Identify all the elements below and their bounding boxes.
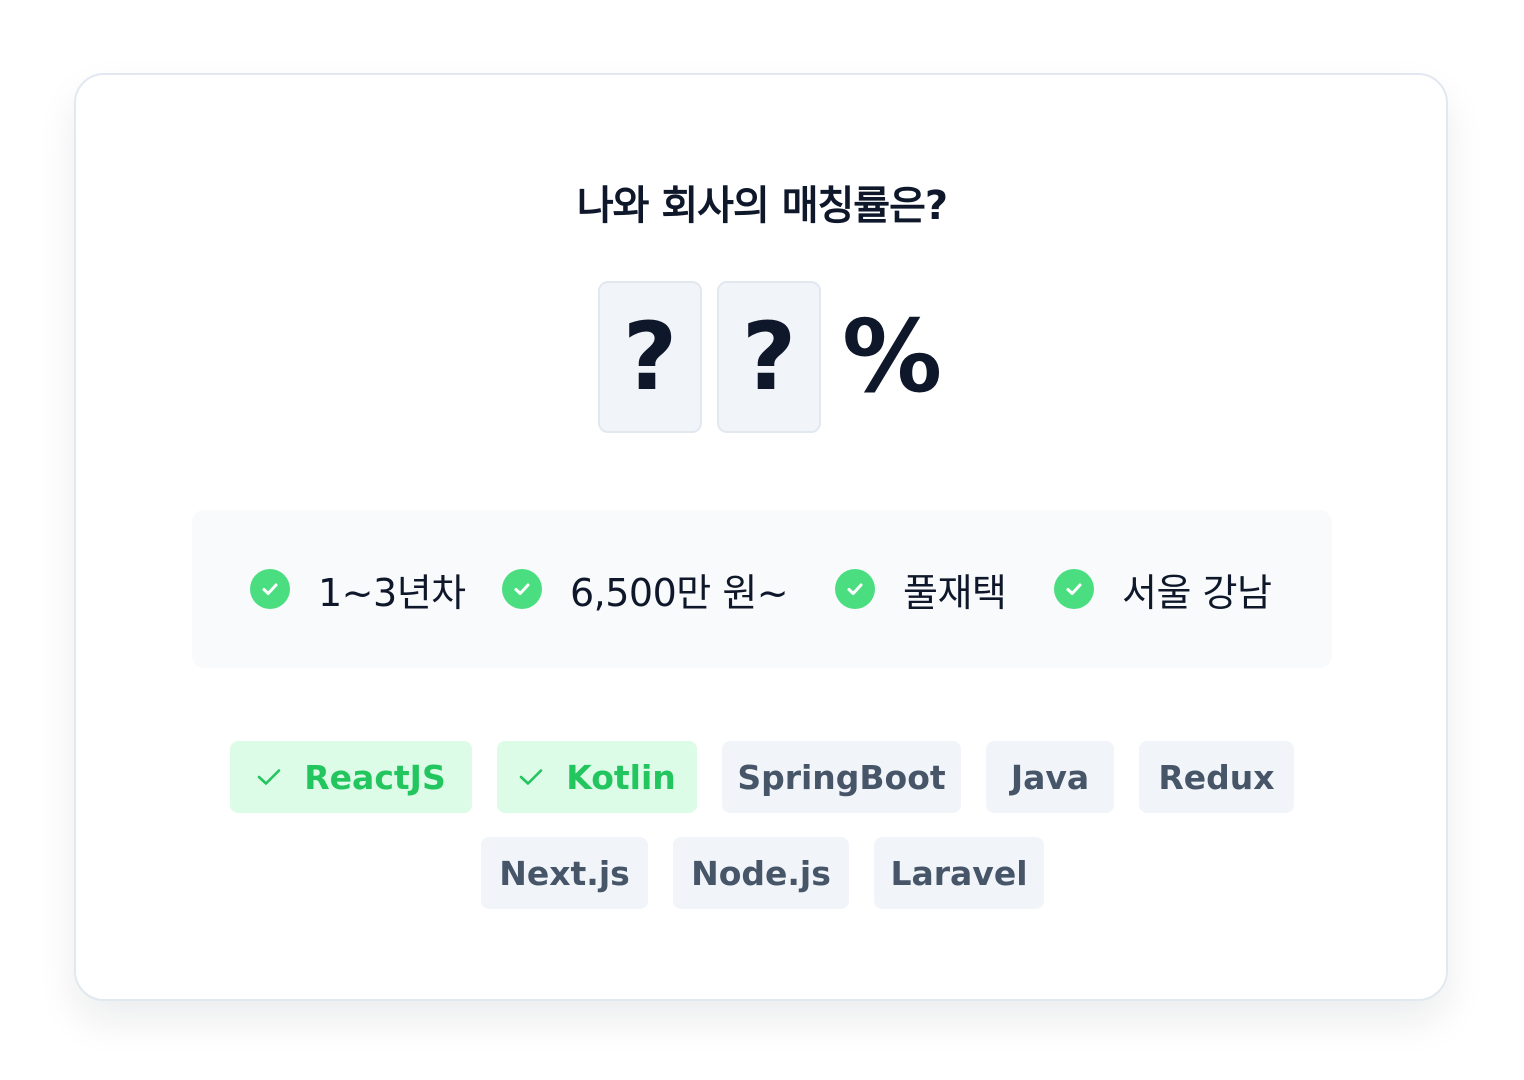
skill-tag-label: Laravel [890, 853, 1028, 893]
condition-remote: 풀재택 [835, 510, 1007, 668]
score-digit-tens: ? [598, 281, 702, 433]
condition-location: 서울 강남 [1054, 510, 1272, 668]
condition-experience: 1~3년차 [250, 510, 466, 668]
skill-tag-nodejs: Node.js [673, 837, 849, 909]
skill-tag-nextjs: Next.js [481, 837, 648, 909]
skill-tag-label: Redux [1158, 757, 1275, 797]
skill-tag-java: Java [986, 741, 1114, 813]
skill-tag-label: SpringBoot [737, 757, 946, 797]
score-percent-sign: % [842, 298, 943, 415]
condition-label: 1~3년차 [318, 570, 466, 615]
skill-tag-reactjs: ReactJS [230, 741, 472, 813]
score-digit-ones: ? [717, 281, 821, 433]
skill-tag-springboot: SpringBoot [722, 741, 961, 813]
condition-label: 풀재택 [903, 570, 1007, 615]
condition-label: 서울 강남 [1122, 570, 1272, 615]
checkmark-icon [518, 767, 544, 787]
matching-title: 나와 회사의 매칭률은? [576, 183, 948, 229]
checkmark-icon [256, 767, 282, 787]
skill-tag-laravel: Laravel [874, 837, 1044, 909]
skill-tag-label: Kotlin [566, 757, 676, 797]
matching-score: ? ? % [598, 280, 942, 434]
skill-tag-label: Java [1010, 757, 1090, 797]
skill-tag-redux: Redux [1139, 741, 1294, 813]
conditions-panel: 1~3년차 6,500만 원~ 풀재택 서울 강남 [192, 510, 1332, 668]
check-circle-icon [835, 569, 875, 609]
skill-tag-kotlin: Kotlin [497, 741, 697, 813]
check-circle-icon [502, 569, 542, 609]
check-circle-icon [250, 569, 290, 609]
skill-tag-label: Next.js [499, 853, 630, 893]
check-circle-icon [1054, 569, 1094, 609]
condition-label: 6,500만 원~ [570, 570, 789, 615]
skill-tag-label: ReactJS [304, 757, 446, 797]
condition-salary: 6,500만 원~ [502, 510, 789, 668]
skill-tag-label: Node.js [691, 853, 831, 893]
